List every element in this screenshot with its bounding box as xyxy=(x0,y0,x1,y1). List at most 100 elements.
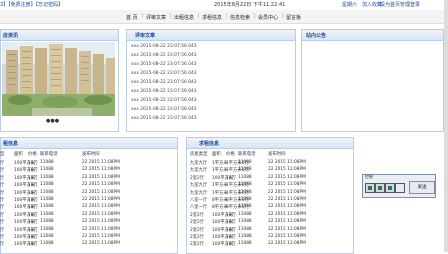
table-cell: 2室2厅 xyxy=(190,242,205,248)
column-header: 发布时间 xyxy=(82,152,100,157)
list-item[interactable]: xxx 2015-08-22 23:07:56.043 xyxy=(131,44,197,49)
table-cell: 10万 xyxy=(226,220,236,226)
column-header: 面积 xyxy=(212,152,221,157)
column-header: 房屋类型 xyxy=(190,152,208,157)
table-cell: 厅 xyxy=(0,227,5,233)
building-image[interactable] xyxy=(2,42,115,116)
panel-header: 房资讯 xyxy=(1,30,118,41)
announcement-panel: 站内公告 xyxy=(301,29,444,132)
column-header: 价格 xyxy=(226,152,235,157)
table-cell: 11088 xyxy=(238,167,252,173)
nav-separator: | xyxy=(254,13,256,19)
nav-guestbook[interactable]: 留言板 xyxy=(286,14,301,21)
table-cell: 2室2厅 xyxy=(190,212,205,218)
list-item[interactable]: xxx 2015-08-22 23:07:56.043 xyxy=(131,62,197,67)
play-icon xyxy=(378,186,382,190)
table-cell: 10万 xyxy=(226,212,236,218)
admin-login-link[interactable]: 管理登录 xyxy=(400,1,420,8)
panel-header: 站内公告 xyxy=(302,30,443,41)
column-header: 型 xyxy=(0,152,5,157)
register-links[interactable]: 3】【免费注册】【忘记密码】 xyxy=(0,1,63,8)
nav-seek-rent[interactable]: 求租信息 xyxy=(202,14,222,21)
top-bar: 3】【免费注册】【忘记密码】 2015年8月22日 下午11:22:41 星期六… xyxy=(0,0,448,9)
table-cell: 厅 xyxy=(0,161,5,166)
pause-icon xyxy=(388,186,392,190)
table-cell: 九室九厅 xyxy=(190,190,208,196)
nav-rent-out[interactable]: 出租信息 xyxy=(174,14,194,21)
nav-separator: | xyxy=(170,13,172,19)
nav-separator: | xyxy=(226,13,228,19)
list-item[interactable]: xxx 2015-08-22 23:07:56.043 xyxy=(131,116,197,121)
table-cell: 11088 xyxy=(238,174,252,180)
table-cell: 22 2015 11:08PM xyxy=(82,160,120,165)
table-cell: 22 2015 11:08PM xyxy=(268,211,306,217)
record-icon xyxy=(368,186,372,190)
table-cell: 22 2015 11:08PM xyxy=(268,174,306,180)
panel-title: 求租信息 xyxy=(199,141,220,147)
table-cell: 22 2015 11:08PM xyxy=(82,226,120,232)
nav-articles[interactable]: 评审文章 xyxy=(146,14,166,21)
send-button[interactable]: 发送 xyxy=(409,181,435,194)
panel-title: 站内公告 xyxy=(306,33,327,39)
list-item[interactable]: xxx 2015-08-22 23:07:56.043 xyxy=(131,71,197,76)
table-cell: 10万 xyxy=(28,220,38,226)
table-cell: 22 2015 11:08PM xyxy=(268,182,306,188)
table-cell: 10万 xyxy=(226,235,236,240)
table-cell: 22 2015 11:08PM xyxy=(268,219,306,225)
pause-button[interactable] xyxy=(385,183,395,193)
table-cell: 22 2015 11:08PM xyxy=(268,234,306,239)
table-cell: 10万 xyxy=(28,212,38,218)
stop-button[interactable] xyxy=(395,183,405,193)
table-cell: 11088 xyxy=(238,160,252,165)
slider-pager[interactable]: ●●● xyxy=(46,118,59,124)
list-item[interactable]: xxx 2015-08-22 23:07:56.043 xyxy=(131,53,197,58)
table-cell: 22 2015 11:08PM xyxy=(268,241,306,247)
table-cell: 九室九厅 xyxy=(190,183,208,189)
table-cell: 11088 xyxy=(238,204,252,210)
table-cell: 10万 xyxy=(28,198,38,203)
table-cell: 10万 xyxy=(28,190,38,196)
table-cell: 厅 xyxy=(0,242,5,248)
table-cell: 11088 xyxy=(40,211,54,217)
table-cell: 11088 xyxy=(40,241,54,247)
table-cell: 厅 xyxy=(0,205,5,211)
list-item[interactable]: xxx 2015-08-22 23:07:56.043 xyxy=(131,98,197,103)
table-cell: 厅 xyxy=(0,190,5,196)
current-datetime: 2015年8月22日 下午11:22:41 xyxy=(214,2,286,8)
nav-member-center[interactable]: 会员中心 xyxy=(258,14,278,21)
table-cell: 22 2015 11:08PM xyxy=(82,241,120,247)
table-cell: 厅 xyxy=(0,212,5,218)
table-cell: 厅 xyxy=(0,220,5,226)
table-cell: 22 2015 11:08PM xyxy=(268,197,306,202)
panel-header: 评审文章 xyxy=(127,30,295,41)
table-cell: 22 2015 11:08PM xyxy=(268,204,306,210)
table-cell: 厅 xyxy=(0,168,5,174)
table-cell: 厅 xyxy=(0,183,5,189)
list-item[interactable]: xxx 2015-08-22 23:07:56.043 xyxy=(131,80,197,85)
list-item[interactable]: xxx 2015-08-22 23:07:56.043 xyxy=(131,89,197,94)
table-cell: 八室一厅 xyxy=(190,205,208,211)
table-cell: 22 2015 11:08PM xyxy=(82,211,120,217)
add-favorite-link[interactable]: 加入收藏 xyxy=(362,1,382,8)
table-cell: 11088 xyxy=(40,174,54,180)
table-cell: 22 2015 11:08PM xyxy=(82,234,120,239)
panel-title: 评审文章 xyxy=(135,33,156,39)
table-cell: 11088 xyxy=(238,241,252,247)
table-cell: 11088 xyxy=(238,226,252,232)
record-button[interactable] xyxy=(365,183,375,193)
nav-home[interactable]: 首 页 xyxy=(126,14,138,21)
building-illustration xyxy=(2,42,115,116)
play-button[interactable] xyxy=(375,183,385,193)
table-cell: 11088 xyxy=(40,182,54,188)
table-cell: 2室2厅 xyxy=(190,175,205,181)
table-cell: 九室九厅 xyxy=(190,168,208,174)
table-cell: 11088 xyxy=(238,182,252,188)
set-homepage-link[interactable]: 设为首页 xyxy=(380,1,400,8)
table-cell: 厅 xyxy=(0,235,5,240)
table-cell: 11088 xyxy=(40,167,54,173)
table-cell: 22 2015 11:08PM xyxy=(82,182,120,188)
table-cell: 11088 xyxy=(40,234,54,239)
nav-search[interactable]: 信息检索 xyxy=(230,14,250,21)
list-item[interactable]: xxx 2015-08-22 23:07:56.043 xyxy=(131,107,197,112)
vertical-scrollbar[interactable] xyxy=(444,0,448,252)
